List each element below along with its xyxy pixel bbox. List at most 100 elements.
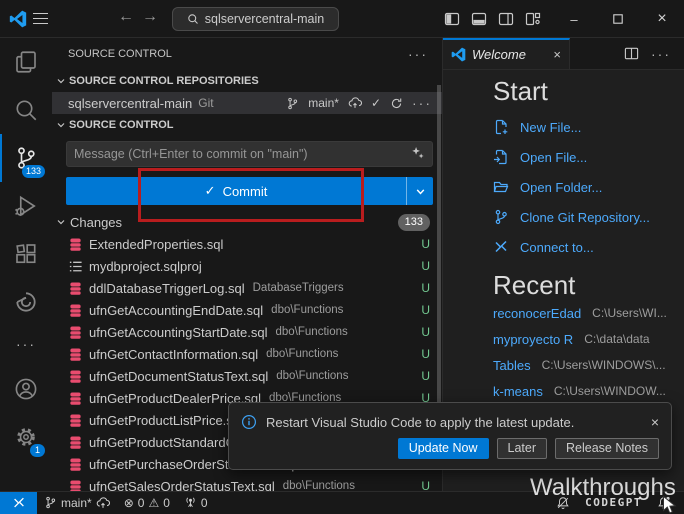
commit-dropdown-button[interactable]: [406, 177, 433, 205]
open-folder-icon: [493, 179, 509, 195]
repositories-header-label: SOURCE CONTROL REPOSITORIES: [69, 75, 259, 87]
toggle-panel-icon[interactable]: [471, 11, 487, 27]
repository-row[interactable]: sqlservercentral-main Git main* ✓ ···: [52, 92, 442, 114]
remote-icon: [493, 239, 509, 255]
recent-path: C:\Users\WINDOWS\...: [542, 358, 666, 372]
repository-branch-label[interactable]: main*: [308, 96, 339, 110]
recent-item[interactable]: myproyecto R C:\data\data: [493, 326, 684, 352]
sidebar-scrollbar[interactable]: [437, 85, 441, 443]
tab-label: Welcome: [472, 47, 526, 62]
file-type-icon: [68, 259, 83, 274]
changed-file-row[interactable]: ufnGetAccountingStartDate.sql dbo\Functi…: [52, 321, 442, 343]
cloud-upload-icon: [96, 496, 110, 510]
source-control-icon[interactable]: 133: [0, 134, 52, 182]
errors-icon: ⊗: [124, 496, 134, 510]
explorer-icon[interactable]: [0, 38, 52, 86]
clone-repo-link[interactable]: Clone Git Repository...: [493, 202, 684, 232]
start-heading: Start: [493, 76, 684, 106]
toggle-secondary-sidebar-icon[interactable]: [498, 11, 514, 27]
recent-item[interactable]: reconocerEdad C:\Users\WI...: [493, 300, 684, 326]
file-type-icon: [68, 325, 83, 340]
info-icon: [241, 414, 257, 430]
commit-message-input[interactable]: Message (Ctrl+Enter to commit on "main"): [66, 141, 433, 167]
customize-layout-icon[interactable]: [525, 11, 541, 27]
open-file-link[interactable]: Open File...: [493, 142, 684, 172]
problems-status-item[interactable]: ⊗ 0 ⚠ 0: [117, 492, 177, 514]
scm-section-header[interactable]: SOURCE CONTROL: [52, 114, 442, 136]
command-center[interactable]: sqlservercentral-main: [172, 7, 339, 31]
additional-views-icon[interactable]: ···: [0, 326, 52, 362]
extensions-icon[interactable]: [0, 230, 52, 278]
file-path-description: dbo\Functions: [276, 370, 348, 382]
ports-status-item[interactable]: 0: [177, 492, 215, 514]
sidebar-more-icon[interactable]: ···: [408, 46, 428, 62]
search-icon: [187, 13, 199, 25]
changed-file-row[interactable]: ddlDatabaseTriggerLog.sql DatabaseTrigge…: [52, 277, 442, 299]
menu-icon[interactable]: [33, 13, 48, 28]
file-type-icon: [68, 369, 83, 384]
changed-file-row[interactable]: ufnGetAccountingEndDate.sql dbo\Function…: [52, 299, 442, 321]
remote-indicator[interactable]: [0, 492, 37, 514]
tab-close-icon[interactable]: ×: [553, 47, 561, 62]
recent-name[interactable]: Tables: [493, 358, 531, 373]
changed-file-row[interactable]: ufnGetSalesOrderStatusText.sql dbo\Funct…: [52, 475, 442, 491]
repository-actions: main* ✓ ···: [286, 95, 432, 111]
recent-item[interactable]: k-means C:\Users\WINDOW...: [493, 378, 684, 404]
branch-status-item[interactable]: main*: [37, 492, 117, 514]
sparkle-icon[interactable]: [411, 146, 425, 163]
scm-count-badge: 133: [22, 165, 45, 178]
file-name: ufnGetDocumentStatusText.sql: [89, 369, 268, 384]
sidebar-title-label: SOURCE CONTROL: [68, 48, 172, 60]
search-sidebar-icon[interactable]: [0, 86, 52, 134]
new-file-link[interactable]: New File...: [493, 112, 684, 142]
recent-path: C:\data\data: [584, 332, 649, 346]
forward-button[interactable]: →: [141, 8, 159, 26]
commit-check-icon[interactable]: ✓: [371, 96, 381, 110]
accounts-icon[interactable]: [0, 365, 52, 413]
open-file-icon: [493, 149, 509, 165]
run-debug-icon[interactable]: [0, 182, 52, 230]
mouse-cursor: [662, 495, 677, 514]
settings-gear-icon[interactable]: 1: [0, 413, 52, 461]
file-type-icon: [68, 479, 83, 492]
refresh-icon[interactable]: [390, 97, 403, 110]
tab-welcome[interactable]: Welcome ×: [443, 38, 570, 69]
changed-file-row[interactable]: mydbproject.sqlproj U: [52, 255, 442, 277]
file-name: mydbproject.sqlproj: [89, 259, 202, 274]
notification-buttons: Update Now Later Release Notes: [241, 438, 659, 459]
recent-path: C:\Users\WINDOW...: [554, 384, 666, 398]
release-notes-button[interactable]: Release Notes: [555, 438, 659, 459]
codegpt-icon[interactable]: [0, 278, 52, 326]
changed-file-row[interactable]: ufnGetContactInformation.sql dbo\Functio…: [52, 343, 442, 365]
close-window-button[interactable]: ×: [640, 0, 684, 38]
later-button[interactable]: Later: [497, 438, 548, 459]
recent-name[interactable]: myproyecto R: [493, 332, 573, 347]
update-now-button[interactable]: Update Now: [398, 438, 489, 459]
recent-name[interactable]: k-means: [493, 384, 543, 399]
recent-name[interactable]: reconocerEdad: [493, 306, 581, 321]
back-button[interactable]: ←: [117, 8, 135, 26]
toggle-sidebar-icon[interactable]: [444, 11, 460, 27]
file-name: ufnGetSalesOrderStatusText.sql: [89, 479, 275, 492]
file-path-description: dbo\Functions: [271, 304, 343, 316]
changed-file-row[interactable]: ExtendedProperties.sql U: [52, 233, 442, 255]
repository-name: sqlservercentral-main: [68, 96, 192, 111]
errors-count: 0: [138, 496, 145, 510]
close-notification-icon[interactable]: ×: [651, 414, 659, 430]
changed-file-row[interactable]: ufnGetDocumentStatusText.sql dbo\Functio…: [52, 365, 442, 387]
cloud-upload-icon[interactable]: [348, 96, 362, 110]
minimize-button[interactable]: –: [552, 0, 596, 38]
open-folder-link[interactable]: Open Folder...: [493, 172, 684, 202]
repositories-section-header[interactable]: SOURCE CONTROL REPOSITORIES: [52, 70, 442, 92]
editor-more-icon[interactable]: ···: [651, 46, 671, 62]
repository-more-icon[interactable]: ···: [412, 95, 432, 111]
recent-item[interactable]: Tables C:\Users\WINDOWS\...: [493, 352, 684, 378]
split-editor-icon[interactable]: [624, 46, 639, 61]
file-type-icon: [68, 281, 83, 296]
connect-to-link[interactable]: Connect to...: [493, 232, 684, 262]
file-name: ddlDatabaseTriggerLog.sql: [89, 281, 245, 296]
maximize-button[interactable]: [596, 0, 640, 38]
file-path-description: dbo\Functions: [283, 480, 355, 491]
layout-controls: [444, 0, 541, 38]
file-name: ufnGetAccountingEndDate.sql: [89, 303, 263, 318]
